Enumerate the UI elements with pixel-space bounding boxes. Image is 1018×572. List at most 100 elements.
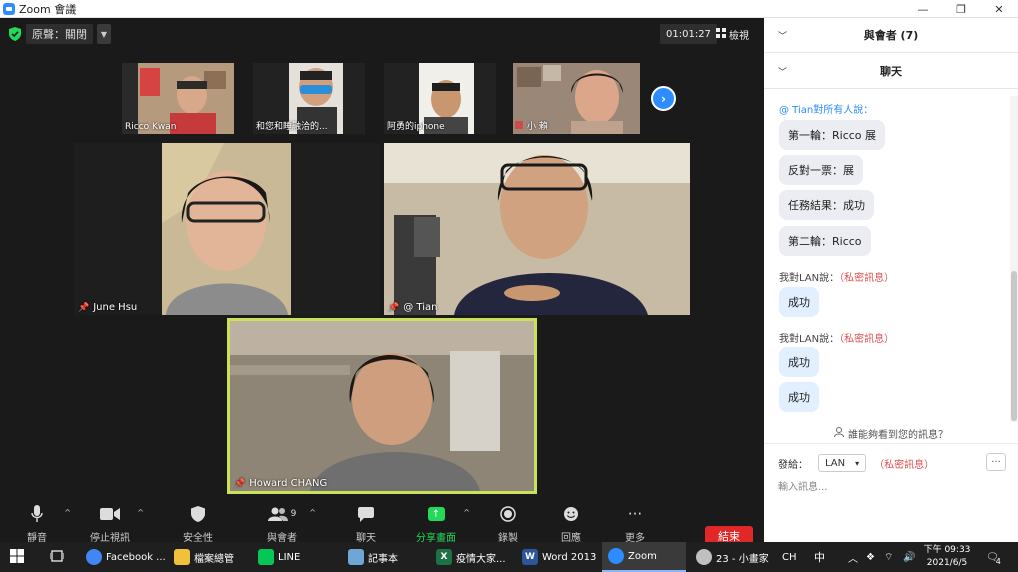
pin-icon: 📌 [78, 302, 90, 313]
system-clock[interactable]: 下午 09:33 2021/6/5 [922, 544, 972, 570]
video-tile[interactable]: 📌 @ Tian [384, 143, 690, 315]
chrome-icon [86, 549, 102, 565]
language-interpretation-button[interactable]: 原聲：關閉 [26, 24, 93, 44]
participant-thumbnail[interactable]: 小 賴 [513, 63, 640, 134]
dropbox-icon[interactable]: ❖ [866, 542, 875, 572]
taskbar-app-chrome[interactable]: Facebook ... [80, 542, 166, 572]
windows-logo-icon [10, 548, 24, 566]
chat-scrollbar-thumb[interactable] [1011, 271, 1017, 421]
mute-button[interactable]: 靜音 ^ [7, 504, 71, 544]
taskbar-app-label: Zoom [628, 550, 657, 562]
zoom-logo-icon [3, 2, 15, 15]
more-button[interactable]: ··· 更多 [605, 504, 665, 544]
chevron-down-icon[interactable]: ﹀ [778, 65, 787, 78]
chat-panel-header[interactable]: ﹀ 聊天 [764, 54, 1018, 89]
chevron-up-icon[interactable]: ^ [463, 508, 470, 517]
chevron-down-icon: ▾ [855, 458, 860, 468]
participant-video [230, 321, 534, 491]
taskbar-app-word[interactable]: W Word 2013 [516, 542, 600, 572]
private-tag: （私密訊息） [839, 273, 895, 284]
close-button[interactable]: ✕ [980, 0, 1018, 18]
send-to-row: 發給： LAN ▾ （私密訊息） [778, 454, 934, 472]
taskbar-app-paint[interactable]: 23 - 小畫家 [690, 542, 774, 572]
minimize-button[interactable]: — [904, 0, 942, 18]
who-can-see-link[interactable]: 誰能夠看到您的訊息？ [764, 424, 1018, 444]
taskbar-app-line[interactable]: LINE [252, 542, 332, 572]
chat-bubble: 反對一票：展 [779, 155, 863, 185]
taskbar-app-explorer[interactable]: 檔案總管 [168, 542, 248, 572]
folder-icon [174, 549, 190, 565]
participant-video [74, 143, 380, 315]
wifi-icon[interactable]: ⌔ [884, 542, 893, 572]
chat-bubble: 成功 [779, 382, 819, 412]
chat-more-button[interactable]: ··· [986, 453, 1006, 471]
view-button[interactable]: 檢視 [716, 24, 749, 44]
chevron-right-icon: › [661, 91, 666, 106]
pin-icon: 📌 [388, 302, 400, 313]
participant-name: 和您和睡融洽的... [256, 122, 328, 132]
ime-mode[interactable]: 中 [814, 542, 825, 572]
security-button[interactable]: 安全性 [168, 504, 228, 544]
notification-count: 4 [995, 556, 1001, 566]
tray-chevron-up-icon[interactable]: ︿ [848, 542, 858, 572]
who-can-see-text: 誰能夠看到您的訊息？ [848, 430, 948, 441]
notepad-icon [348, 549, 364, 565]
chevron-down-icon[interactable]: ﹀ [778, 29, 787, 42]
start-button[interactable] [6, 542, 24, 572]
microphone-icon [31, 504, 43, 524]
taskbar-app-label: 檔案總管 [194, 553, 234, 565]
record-button[interactable]: 錄製 [478, 504, 538, 544]
chat-messages[interactable]: @ Tian對所有人說： 第一輪：Ricco 展 反對一票：展 任務結果：成功 … [764, 96, 1010, 422]
participant-thumbnail[interactable]: Ricco Kwan [122, 63, 234, 134]
meeting-area: 原聲：關閉 ▼ 01:01:27 檢視 Ricco Kwan 和您和睡融洽的..… [0, 18, 764, 560]
recipient-select[interactable]: LAN ▾ [818, 454, 867, 472]
participant-thumbnail[interactable]: 阿勇的iphone [384, 63, 496, 134]
grid-view-icon [716, 27, 726, 41]
chevron-up-icon[interactable]: ^ [309, 508, 316, 517]
language-dropdown-icon[interactable]: ▼ [97, 24, 111, 44]
taskbar-app-notepad[interactable]: 記事本 [342, 542, 422, 572]
participant-name: 阿勇的iphone [387, 122, 445, 132]
participant-label: 📌 @ Tian [388, 302, 437, 313]
chat-scrollbar[interactable] [1010, 96, 1018, 422]
encryption-shield-icon[interactable] [8, 26, 22, 42]
taskbar-app-zoom[interactable]: Zoom [602, 542, 686, 572]
participants-button[interactable]: 9 與會者 ^ [252, 504, 316, 544]
stop-video-button[interactable]: 停止視訊 ^ [80, 504, 144, 544]
share-screen-button[interactable]: ↑ 分享畫面 ^ [406, 504, 470, 544]
chat-button[interactable]: 聊天 [336, 504, 396, 544]
participants-panel-header[interactable]: ﹀ 與會者 (7) [764, 18, 1018, 53]
chat-bubble: 第二輪：Ricco [779, 226, 871, 256]
message-input[interactable]: 輸入訊息... [778, 478, 828, 493]
sender-text: @ Tian對所有人說： [779, 105, 874, 116]
speaker-icon[interactable]: 🔊 [903, 542, 915, 572]
side-panel: ﹀ 與會者 (7) ﹀ 聊天 @ Tian對所有人說： 第一輪：Ricco 展 … [764, 18, 1018, 542]
participant-video [384, 143, 690, 315]
next-page-button[interactable]: › [651, 86, 676, 111]
active-speaker-tile[interactable]: 📌 Howard CHANG [227, 318, 537, 494]
participant-name: 小 賴 [527, 122, 548, 132]
taskbar-app-excel[interactable]: X 疫情大家... [430, 542, 514, 572]
task-view-button[interactable] [44, 542, 65, 572]
clock-date: 2021/6/5 [926, 558, 968, 568]
participants-count: 9 [290, 509, 297, 519]
ime-label: CH [782, 551, 797, 563]
maximize-button[interactable]: ❐ [942, 0, 980, 18]
notifications-button[interactable]: 🗨 4 [986, 542, 1001, 572]
participant-label: 📌 Howard CHANG [234, 478, 327, 489]
ime-indicator[interactable]: CH [782, 542, 797, 572]
video-tile[interactable]: 📌 June Hsu [74, 143, 380, 315]
send-to-label: 發給： [778, 459, 808, 471]
participant-thumbnail[interactable]: 和您和睡融洽的... [253, 63, 365, 134]
recipient-value: LAN [825, 457, 846, 469]
taskbar-app-label: Facebook ... [106, 551, 166, 563]
video-camera-icon [100, 504, 120, 524]
participant-name: Howard CHANG [249, 478, 328, 489]
chevron-up-icon[interactable]: ^ [64, 508, 71, 517]
reactions-button[interactable]: 回應 [541, 504, 601, 544]
participant-label: 📌 June Hsu [78, 302, 137, 313]
task-view-icon [49, 549, 65, 565]
chevron-up-icon[interactable]: ^ [137, 508, 144, 517]
share-screen-icon: ↑ [427, 504, 445, 524]
chat-bubble: 成功 [779, 287, 819, 317]
